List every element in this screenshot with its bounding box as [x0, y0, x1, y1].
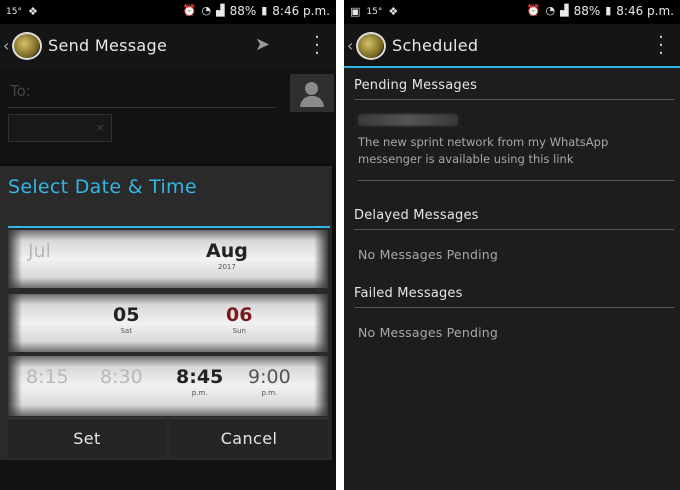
dialog-title: Select Date & Time: [8, 176, 197, 198]
page-title: Send Message: [48, 36, 168, 55]
send-message-screen: 15° ❖ ⏰ ◔ ▟ 88% ▮ 8:46 p.m. ‹ Send Messa…: [0, 0, 336, 490]
time-option-selected[interactable]: 8:45 p.m.: [176, 366, 223, 397]
chip-close-icon[interactable]: ×: [96, 121, 105, 134]
action-bar: ‹ Send Message ➤ · · ·: [0, 24, 336, 68]
temperature: 15°: [6, 7, 22, 17]
dropbox-icon: ❖: [27, 5, 38, 18]
clock: 8:46 p.m.: [616, 4, 674, 18]
dropbox-icon: ❖: [388, 5, 399, 18]
temperature: 15°: [366, 7, 383, 17]
date-time-dialog: Select Date & Time Jul Aug 2017 05 Sat 0…: [0, 166, 332, 460]
month-option[interactable]: Jul: [28, 240, 51, 262]
app-logo[interactable]: [12, 32, 42, 60]
month-option-selected[interactable]: Aug 2017: [206, 240, 248, 271]
contact-picker-button[interactable]: [290, 74, 334, 112]
status-bar: 15° ❖ ⏰ ◔ ▟ 88% ▮ 8:46 p.m.: [0, 0, 336, 24]
day-option[interactable]: 06 Sun: [226, 304, 252, 335]
contact-icon: [305, 82, 318, 95]
action-bar: ‹ Scheduled · · ·: [344, 24, 680, 68]
page-title: Scheduled: [392, 36, 479, 55]
time-option[interactable]: 9:00 p.m.: [248, 366, 291, 397]
overflow-menu-icon[interactable]: · · ·: [314, 29, 320, 63]
delayed-header: Delayed Messages: [354, 208, 674, 230]
dialog-divider: [8, 226, 330, 228]
clock: 8:46 p.m.: [272, 4, 330, 18]
recipient-chip[interactable]: ×: [8, 114, 112, 142]
battery-icon: ▮: [261, 4, 268, 17]
time-option[interactable]: 8:30: [100, 366, 143, 388]
wifi-icon: ◔: [545, 4, 556, 17]
back-icon[interactable]: ‹: [347, 36, 353, 55]
day-picker[interactable]: 05 Sat 06 Sun: [8, 294, 328, 352]
dialog-buttons: Set Cancel: [8, 418, 328, 458]
failed-empty-text: No Messages Pending: [358, 325, 499, 340]
recipient-name-redacted: [358, 114, 458, 126]
battery-percent: 88%: [229, 4, 257, 18]
set-button[interactable]: Set: [8, 418, 166, 458]
battery-icon: ▮: [605, 4, 612, 17]
scheduled-screen: ▣ 15° ❖ ⏰ ◔ ▟ 88% ▮ 8:46 p.m. ‹ Schedule…: [344, 0, 680, 490]
divider: [358, 180, 674, 181]
status-bar: ▣ 15° ❖ ⏰ ◔ ▟ 88% ▮ 8:46 p.m.: [344, 0, 680, 24]
app-logo[interactable]: [356, 32, 386, 60]
battery-percent: 88%: [573, 4, 601, 18]
send-icon[interactable]: ➤: [255, 34, 270, 55]
cancel-button[interactable]: Cancel: [170, 418, 328, 458]
wifi-icon: ◔: [201, 4, 212, 17]
failed-header: Failed Messages: [354, 286, 674, 308]
day-option-selected[interactable]: 05 Sat: [113, 304, 139, 335]
alarm-icon: ⏰: [526, 4, 541, 17]
signal-icon: ▟: [560, 4, 569, 17]
time-option[interactable]: 8:15: [26, 366, 69, 388]
time-picker[interactable]: 8:15 8:30 8:45 p.m. 9:00 p.m.: [8, 356, 328, 416]
gallery-icon: ▣: [350, 5, 361, 18]
overflow-menu-icon[interactable]: · · ·: [658, 29, 664, 63]
signal-icon: ▟: [216, 4, 225, 17]
delayed-empty-text: No Messages Pending: [358, 247, 499, 262]
back-icon[interactable]: ‹: [3, 36, 9, 55]
month-picker[interactable]: Jul Aug 2017: [8, 230, 328, 288]
pending-header: Pending Messages: [354, 78, 674, 100]
scheduled-list: Pending Messages The new sprint network …: [344, 70, 680, 490]
alarm-icon: ⏰: [182, 4, 197, 17]
message-preview: The new sprint network from my WhatsApp …: [358, 135, 609, 166]
pending-message-item[interactable]: The new sprint network from my WhatsApp …: [358, 114, 640, 168]
to-field[interactable]: To:: [8, 82, 276, 108]
